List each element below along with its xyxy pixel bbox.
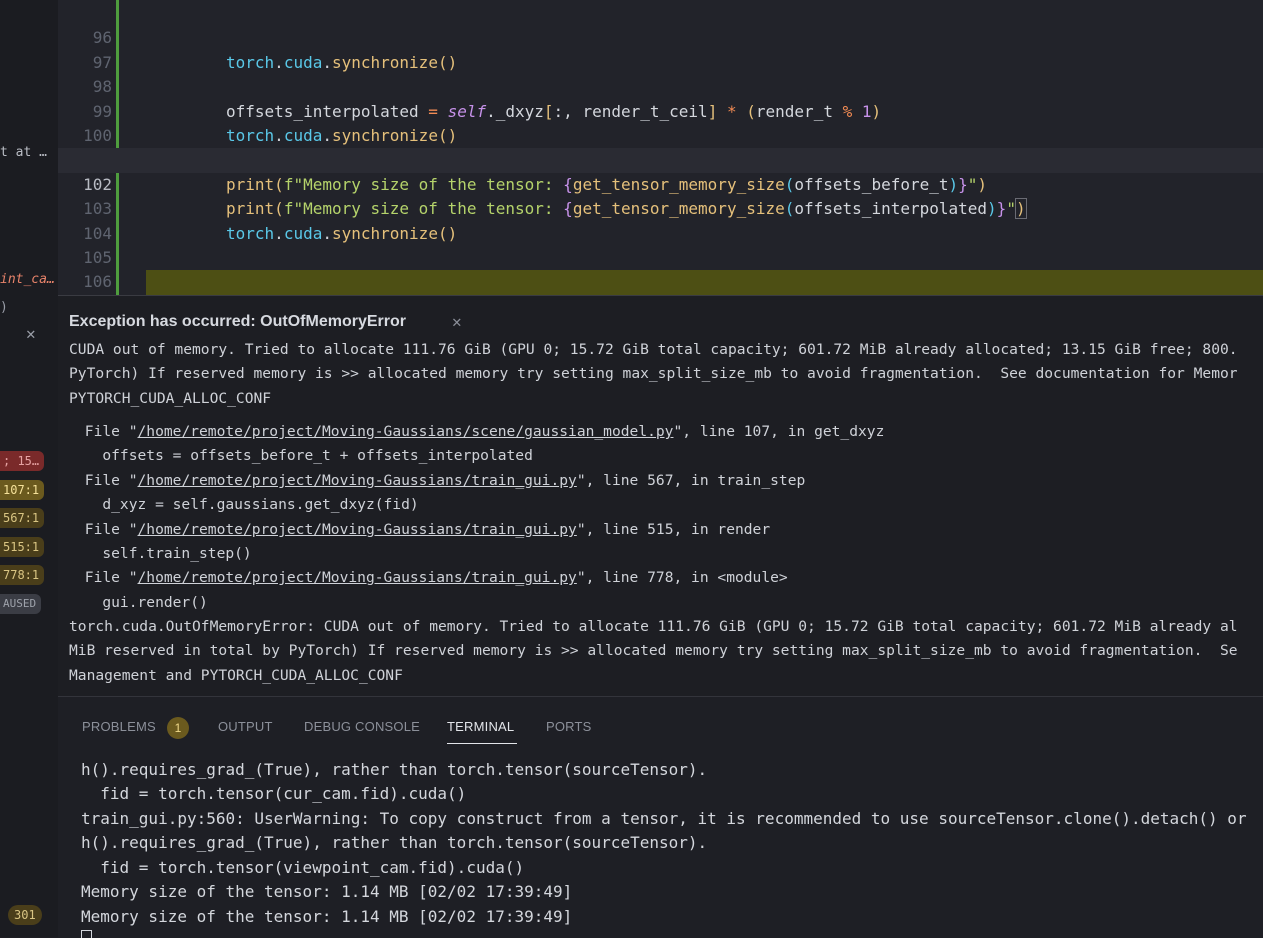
counter-badge: 301 (8, 905, 42, 925)
active-tab-indicator (447, 743, 517, 744)
sidebar-callstack-frame[interactable]: int_ca… (0, 272, 55, 287)
tab-output[interactable]: OUTPUT (218, 719, 273, 734)
debug-sidebar: t at … int_ca… ) ✕ ; 15… 107:1 567:1 515… (0, 0, 58, 937)
exception-message: CUDA out of memory. Tried to allocate 11… (69, 341, 1238, 358)
current-frame-arrow-icon[interactable] (61, 270, 77, 294)
bottom-panel: PROBLEMS 1 OUTPUT DEBUG CONSOLE TERMINAL… (58, 696, 1263, 938)
paused-badge: AUSED (0, 594, 41, 614)
terminal-line: h().requires_grad_(True), rather than to… (81, 833, 707, 852)
traceback-frame: File "/home/remote/project/Moving-Gaussi… (76, 472, 805, 489)
exception-final-message: MiB reserved in total by PyTorch) If res… (69, 642, 1238, 659)
traceback-file-link[interactable]: /home/remote/project/Moving-Gaussians/tr… (138, 521, 577, 538)
sidebar-error-badge: ; 15… (0, 451, 44, 471)
frame-location-badge[interactable]: 778:1 (0, 565, 44, 585)
traceback-code: self.train_step() (76, 545, 252, 562)
terminal-line: train_gui.py:560: UserWarning: To copy c… (81, 809, 1247, 828)
exception-final-message: torch.cuda.OutOfMemoryError: CUDA out of… (69, 618, 1238, 635)
cursor-line: 102 print(f"Memory size of the tensor: {… (58, 148, 1263, 172)
traceback-frame: File "/home/remote/project/Moving-Gaussi… (76, 521, 770, 538)
problems-count-badge: 1 (167, 717, 189, 739)
traceback-file-link[interactable]: /home/remote/project/Moving-Gaussians/sc… (138, 423, 674, 440)
frame-location-badge[interactable]: 515:1 (0, 537, 44, 557)
tab-problems[interactable]: PROBLEMS (82, 719, 156, 734)
tab-debug-console[interactable]: DEBUG CONSOLE (304, 719, 420, 734)
traceback-frame: File "/home/remote/project/Moving-Gaussi… (76, 569, 788, 586)
sidebar-fragment: ) (0, 300, 8, 315)
traceback-frame: File "/home/remote/project/Moving-Gaussi… (76, 423, 884, 440)
terminal-line: fid = torch.tensor(cur_cam.fid).cuda() (81, 784, 466, 803)
traceback-file-link[interactable]: /home/remote/project/Moving-Gaussians/tr… (138, 569, 577, 586)
terminal-line: fid = torch.tensor(viewpoint_cam.fid).cu… (81, 858, 524, 877)
terminal-line: Memory size of the tensor: 1.14 MB [02/0… (81, 907, 572, 926)
terminal-line: Memory size of the tensor: 1.14 MB [02/0… (81, 882, 572, 901)
traceback-code: offsets = offsets_before_t + offsets_int… (76, 447, 533, 464)
close-icon[interactable]: ✕ (26, 324, 36, 343)
traceback-file-link[interactable]: /home/remote/project/Moving-Gaussians/tr… (138, 472, 577, 489)
exception-final-message: Management and PYTORCH_CUDA_ALLOC_CONF (69, 667, 403, 684)
exception-title: Exception has occurred: OutOfMemoryError (69, 313, 406, 331)
frame-location-badge[interactable]: 567:1 (0, 508, 44, 528)
traceback-code: d_xyz = self.gaussians.get_dxyz(fid) (76, 496, 419, 513)
sidebar-fragment: t at … (0, 145, 47, 160)
exception-message: PYTORCH_CUDA_ALLOC_CONF (69, 390, 271, 407)
tab-ports[interactable]: PORTS (546, 719, 592, 734)
code-editor[interactable]: 96 torch.cuda.synchronize() 97 98 offset… (58, 0, 1263, 295)
exception-widget: Exception has occurred: OutOfMemoryError… (58, 295, 1263, 696)
traceback-code: gui.render() (76, 594, 208, 611)
tab-terminal[interactable]: TERMINAL (447, 719, 514, 734)
frame-location-badge[interactable]: 107:1 (0, 480, 44, 500)
close-exception-icon[interactable]: ✕ (452, 312, 462, 331)
terminal-line: h().requires_grad_(True), rather than to… (81, 760, 707, 779)
exception-message: PyTorch) If reserved memory is >> alloca… (69, 365, 1238, 382)
